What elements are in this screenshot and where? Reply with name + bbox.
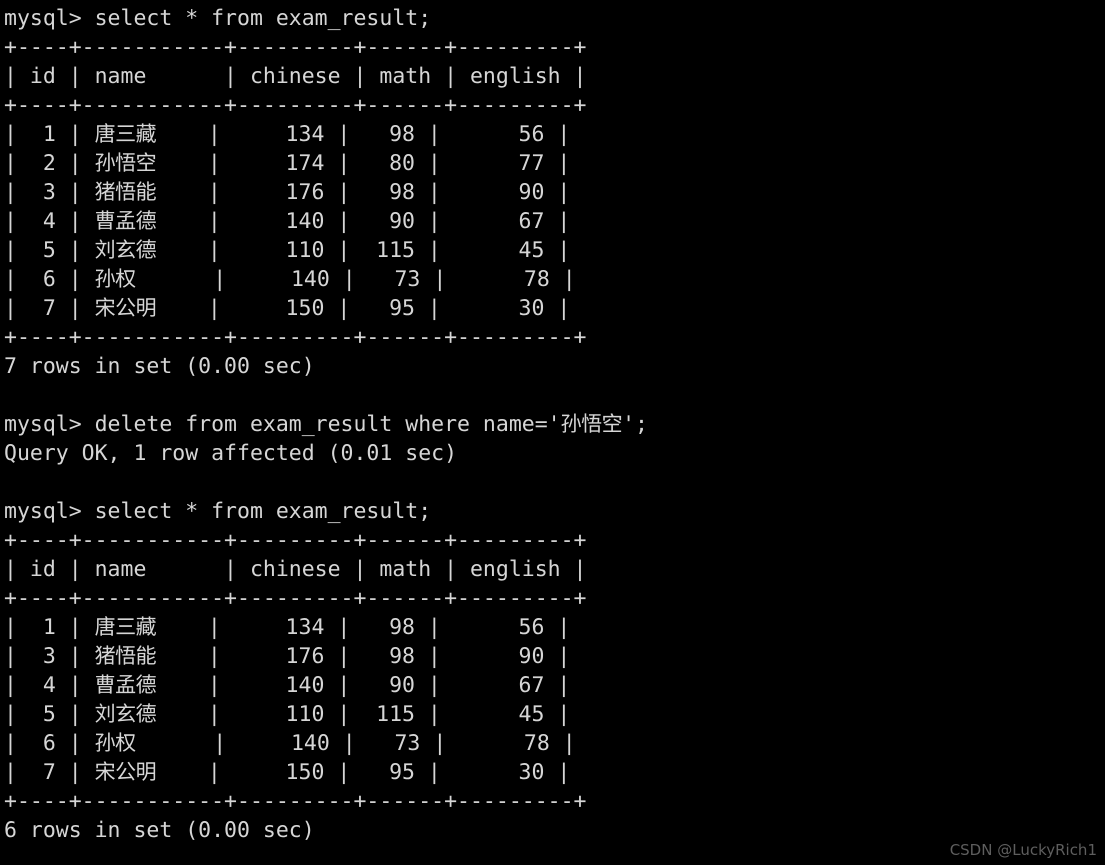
terminal-line-t2-row-1: | 1 | 唐三藏 | 134 | 98 | 56 | [4, 613, 1105, 642]
terminal-line-cmd-2-result: Query OK, 1 row affected (0.01 sec) [4, 441, 458, 466]
terminal-line-t2-rule-top: +----+-----------+---------+------+-----… [4, 528, 587, 553]
ascii-text: | 2 | [4, 151, 95, 176]
terminal-line-t1-row-7: | 7 | 宋公明 | 150 | 95 | 30 | [4, 294, 1105, 323]
ascii-text: | 140 | 90 | 67 | [156, 673, 571, 698]
terminal-line-t1-row-1: | 1 | 唐三藏 | 134 | 98 | 56 | [4, 120, 1105, 149]
ascii-text: | 3 | [4, 180, 95, 205]
terminal-line-cmd-2: mysql> delete from exam_result where nam… [4, 410, 1105, 439]
ascii-text: | 3 | [4, 644, 95, 669]
terminal-line-cmd-3: mysql> select * from exam_result; [4, 499, 432, 524]
terminal-line-t1-row-4: | 4 | 曹孟德 | 140 | 90 | 67 | [4, 207, 1105, 236]
ascii-text: | 5 | [4, 702, 95, 727]
cjk-text: 刘玄德 [94, 238, 157, 262]
ascii-text: | 140 | 73 | 78 | [135, 731, 576, 756]
cjk-text: 孙权 [94, 731, 137, 755]
terminal-line-t1-header: | id | name | chinese | math | english | [4, 64, 587, 89]
cjk-text: 曹孟德 [94, 673, 157, 697]
ascii-text: | 1 | [4, 122, 95, 147]
ascii-text: mysql> delete from exam_result where nam… [4, 412, 561, 437]
ascii-text: | 1 | [4, 615, 95, 640]
cjk-text: 曹孟德 [94, 209, 157, 233]
cjk-text: 宋公明 [94, 760, 157, 784]
ascii-text: '; [622, 412, 648, 437]
ascii-text: | 140 | 90 | 67 | [156, 209, 571, 234]
ascii-text: | 134 | 98 | 56 | [156, 122, 571, 147]
terminal-line-t1-rule-bot: +----+-----------+---------+------+-----… [4, 325, 587, 350]
ascii-text: | 110 | 115 | 45 | [156, 238, 571, 263]
ascii-text: | 150 | 95 | 30 | [156, 296, 571, 321]
ascii-text: | 5 | [4, 238, 95, 263]
terminal-line-t2-rule-mid: +----+-----------+---------+------+-----… [4, 586, 587, 611]
terminal-line-t1-row-6: | 6 | 孙权 | 140 | 73 | 78 | [4, 265, 1105, 294]
terminal-line-t2-row-5: | 5 | 刘玄德 | 110 | 115 | 45 | [4, 700, 1105, 729]
ascii-text: | 110 | 115 | 45 | [156, 702, 571, 727]
terminal-line-blank-2 [4, 468, 1105, 497]
ascii-text: | 140 | 73 | 78 | [135, 267, 576, 292]
ascii-text: | 134 | 98 | 56 | [156, 615, 571, 640]
cjk-text: 孙悟空 [94, 151, 157, 175]
terminal-line-t2-row-4: | 4 | 曹孟德 | 140 | 90 | 67 | [4, 671, 1105, 700]
ascii-text: | 4 | [4, 673, 95, 698]
terminal-line-t1-row-5: | 5 | 刘玄德 | 110 | 115 | 45 | [4, 236, 1105, 265]
cjk-text: 唐三藏 [94, 122, 157, 146]
cjk-text: 刘玄德 [94, 702, 157, 726]
terminal-line-t1-row-3: | 3 | 猪悟能 | 176 | 98 | 90 | [4, 178, 1105, 207]
terminal-line-t2-row-3: | 3 | 猪悟能 | 176 | 98 | 90 | [4, 642, 1105, 671]
terminal-line-cmd-1: mysql> select * from exam_result; [4, 6, 432, 31]
ascii-text: | 6 | [4, 731, 95, 756]
terminal-line-t1-rule-top: +----+-----------+---------+------+-----… [4, 35, 587, 60]
ascii-text: | 176 | 98 | 90 | [156, 180, 571, 205]
cjk-text: 猪悟能 [94, 180, 157, 204]
ascii-text: | 6 | [4, 267, 95, 292]
csdn-watermark: CSDN @LuckyRich1 [949, 841, 1097, 859]
terminal-line-t1-row-2: | 2 | 孙悟空 | 174 | 80 | 77 | [4, 149, 1105, 178]
ascii-text: | 174 | 80 | 77 | [156, 151, 571, 176]
cjk-text: 猪悟能 [94, 644, 157, 668]
terminal-line-t2-row-7: | 7 | 宋公明 | 150 | 95 | 30 | [4, 758, 1105, 787]
ascii-text: | 176 | 98 | 90 | [156, 644, 571, 669]
terminal-line-blank-1 [4, 381, 1105, 410]
cjk-text: 孙悟空 [560, 412, 623, 436]
ascii-text: | 4 | [4, 209, 95, 234]
terminal-line-t1-rule-mid: +----+-----------+---------+------+-----… [4, 93, 587, 118]
terminal-window[interactable]: mysql> select * from exam_result; +----+-… [0, 0, 1105, 865]
terminal-line-t2-status: 6 rows in set (0.00 sec) [4, 818, 315, 843]
ascii-text: | 7 | [4, 760, 95, 785]
cjk-text: 宋公明 [94, 296, 157, 320]
cjk-text: 孙权 [94, 267, 137, 291]
terminal-line-t2-header: | id | name | chinese | math | english | [4, 557, 587, 582]
ascii-text: | 7 | [4, 296, 95, 321]
terminal-line-t1-status: 7 rows in set (0.00 sec) [4, 354, 315, 379]
terminal-line-t2-row-6: | 6 | 孙权 | 140 | 73 | 78 | [4, 729, 1105, 758]
terminal-line-t2-rule-bot: +----+-----------+---------+------+-----… [4, 789, 587, 814]
cjk-text: 唐三藏 [94, 615, 157, 639]
ascii-text: | 150 | 95 | 30 | [156, 760, 571, 785]
